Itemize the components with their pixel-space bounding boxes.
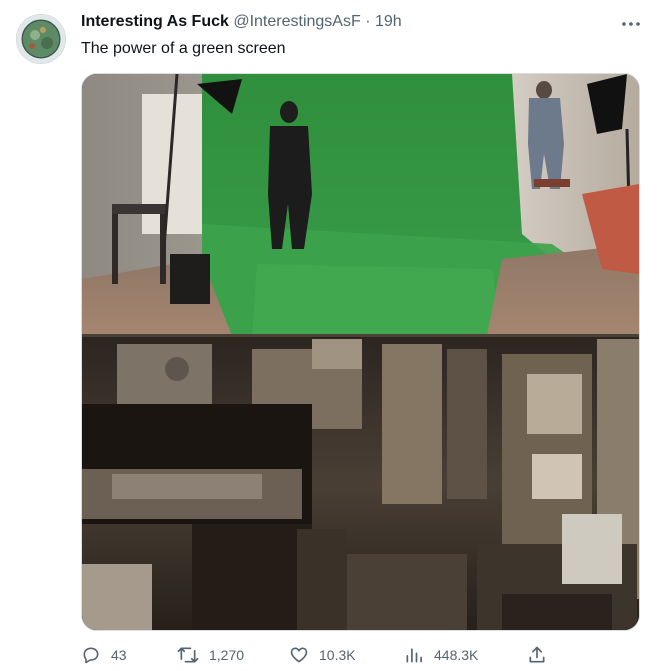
views-count: 448.3K xyxy=(434,647,479,663)
avatar[interactable] xyxy=(16,14,66,64)
media-video-frame xyxy=(82,74,639,630)
tweet-text: The power of a green screen xyxy=(81,40,286,57)
retweet-icon xyxy=(177,647,199,663)
share-button[interactable] xyxy=(527,643,557,667)
tweet-media[interactable] xyxy=(81,73,640,631)
reply-button[interactable]: 43 xyxy=(81,643,127,667)
share-icon xyxy=(529,646,545,663)
retweet-button[interactable]: 1,270 xyxy=(177,643,244,667)
author-handle[interactable]: @InterestingsAsF xyxy=(233,13,360,30)
more-horizontal-icon xyxy=(622,22,640,26)
retweet-count: 1,270 xyxy=(209,647,245,663)
views-button[interactable]: 448.3K xyxy=(404,643,478,667)
avatar-image xyxy=(16,14,66,64)
reply-count: 43 xyxy=(111,647,127,663)
timestamp[interactable]: 19h xyxy=(375,13,402,30)
like-count: 10.3K xyxy=(319,647,356,663)
tweet-actions: 43 1,270 10.3K 448.3K xyxy=(81,643,553,667)
more-options-button[interactable] xyxy=(620,14,642,34)
separator-dot: · xyxy=(365,13,371,30)
author-name[interactable]: Interesting As Fuck xyxy=(81,13,229,30)
views-chart-icon xyxy=(406,648,422,663)
tweet[interactable]: Interesting As Fuck @InterestingsAsF · 1… xyxy=(0,0,660,671)
tweet-header: Interesting As Fuck @InterestingsAsF · 1… xyxy=(81,13,642,35)
reply-icon xyxy=(83,647,99,664)
like-button[interactable]: 10.3K xyxy=(289,643,356,667)
heart-icon xyxy=(290,647,308,663)
